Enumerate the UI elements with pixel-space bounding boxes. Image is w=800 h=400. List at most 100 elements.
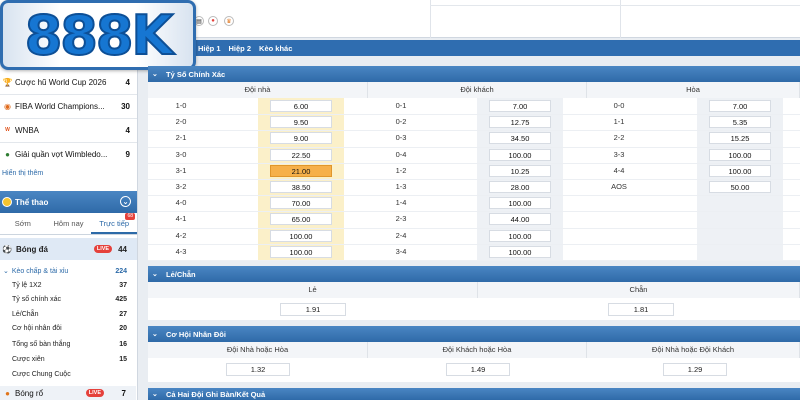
sub-item-count: 224 [115,267,127,275]
double-chance-table: Đội Nhà hoặc Hòa Đội Khách hoặc Hòa Đội … [148,342,800,382]
sub-item-odd-even[interactable]: Lẻ/Chẵn 27 [0,307,137,321]
sidebar-item-basketball[interactable]: ● Bóng rổ LIVE 7 [0,386,136,400]
odd-button[interactable]: 38.50 [270,181,332,193]
score-label: 3-2 [175,182,187,191]
sport-label: Bóng đá [16,244,48,254]
score-label: 0-3 [395,133,407,143]
trophy-icon[interactable]: ♛ [224,16,234,26]
sidebar-item-wnba[interactable]: W WNBA 4 [0,118,136,142]
sub-item-label: Kèo chấp & tài xỉu [11,267,69,275]
odd-button-home-or-draw[interactable]: 1.32 [226,363,290,376]
odd-button[interactable]: 65.00 [270,213,332,226]
live-badge: LIVE [85,389,104,397]
odd-button[interactable]: 5.35 [709,116,771,129]
sport-count: 7 [121,388,126,398]
live-icon[interactable]: ● [208,16,218,26]
odd-button[interactable]: 10.25 [489,164,551,177]
sports-icon [2,197,12,207]
sidebar-item-world-cup[interactable]: 🏆 Cược hũ World Cup 2026 4 [0,70,136,94]
odd-button[interactable]: 100.00 [489,245,551,258]
odd-button[interactable]: 7.00 [489,100,551,112]
sub-item-total-goals[interactable]: Tổng số bàn thắng 16 [0,337,137,351]
sidebar-item-fiba[interactable]: ◉ FIBA World Champions... 30 [0,94,136,118]
tab-first-half[interactable]: Hiệp 1 [198,44,221,53]
sub-item-parlay[interactable]: Cược xiên 15 [0,352,137,366]
chevron-down-icon: ⌄ [3,268,9,275]
score-label: 1-4 [395,198,407,208]
section-btts-result-header[interactable]: ⌄ Cả Hai Đội Ghi Bàn/Kết Quả [148,388,800,400]
odd-button[interactable]: 7.00 [709,100,771,112]
score-label: 1-2 [395,165,407,175]
odd-button[interactable]: 9.00 [270,132,332,145]
chevron-down-icon[interactable]: ⌄ [120,196,131,207]
tab-today[interactable]: Hôm nay [46,213,92,234]
score-label: 2-1 [175,133,187,143]
sub-item-double-chance[interactable]: Cơ hội nhân đôi 20 [0,321,137,335]
odd-button[interactable]: 100.00 [489,229,551,242]
sport-header[interactable]: Thể thao ⌄ [0,191,137,213]
sub-item-handicap[interactable]: ⌄ Kèo chấp & tài xỉu 224 [0,264,137,278]
sub-item-count: 425 [115,295,127,303]
sidebar-item-label: FIBA World Champions... [15,101,105,111]
logo[interactable]: 888K [0,0,196,70]
sub-item-label: Cược xiên [12,355,45,363]
score-label: 0-1 [395,101,407,110]
score-label: 1-3 [395,182,407,191]
odd-button[interactable]: 100.00 [270,229,332,242]
odd-button[interactable]: 6.00 [270,100,332,112]
odd-button[interactable]: 15.25 [709,132,771,145]
section-title: Lẻ/Chẵn [166,269,196,279]
sub-item-correct-score[interactable]: Tỷ số chính xác 425 [0,292,137,306]
sub-item-count: 16 [119,340,127,348]
odd-button[interactable]: 44.00 [489,213,551,226]
sidebar-item-wimbledon[interactable]: ● Giải quần vợt Wimbledo... 9 [0,142,136,166]
column-header-home: Đội nhà [148,82,368,98]
sub-item-outright[interactable]: Cược Chung Cuộc [0,367,137,381]
odd-button[interactable]: 50.00 [709,181,771,193]
odd-button[interactable]: 34.50 [489,132,551,145]
section-odd-even-header[interactable]: ⌄ Lẻ/Chẵn [148,266,800,282]
sidebar-item-label: Giải quần vợt Wimbledo... [15,149,108,159]
odd-button[interactable]: 22.50 [270,148,332,161]
odd-button[interactable]: 28.00 [489,181,551,193]
sub-item-count: 15 [119,355,127,363]
sub-item-count: 37 [119,281,127,289]
tab-other-bets[interactable]: Kèo khác [259,44,292,53]
sidebar-item-count: 30 [121,101,130,111]
odd-button[interactable]: 100.00 [709,164,771,177]
odd-button[interactable]: 100.00 [270,245,332,258]
odd-button[interactable]: 9.50 [270,116,332,129]
sub-item-label: Cơ hội nhân đôi [12,324,62,332]
section-double-chance-header[interactable]: ⌄ Cơ Hội Nhân Đôi [148,326,800,342]
odd-button[interactable]: 100.00 [709,148,771,161]
tab-badge: 68 [125,213,136,220]
sub-item-1x2[interactable]: Tỷ lệ 1X2 37 [0,278,137,292]
sub-item-count: 20 [119,324,127,332]
section-correct-score-header[interactable]: ⌄ Tỷ Số Chính Xác [148,66,800,82]
sub-item-label: Tổng số bàn thắng [12,340,71,348]
tab-label: Sớm [14,219,31,228]
odd-button-away-or-draw[interactable]: 1.49 [446,363,510,376]
score-label: AOS [611,182,627,191]
sport-label: Bóng rổ [15,388,44,398]
score-label: 4-1 [175,214,187,224]
show-more-link[interactable]: Hiển thị thêm [2,170,43,177]
odd-button[interactable]: 21.00 [270,164,332,177]
odd-button-home-or-away[interactable]: 1.29 [663,363,727,376]
tab-second-half[interactable]: Hiệp 2 [229,44,252,53]
tab-early[interactable]: Sớm [0,213,46,234]
tennis-icon: ● [5,149,10,159]
column-header-draw: Hòa [587,82,800,98]
odd-button[interactable]: 100.00 [489,148,551,161]
odd-button[interactable]: 100.00 [489,197,551,210]
tab-live[interactable]: Trực tiếp 68 [91,213,138,234]
sidebar-item-count: 4 [125,77,130,87]
sidebar-item-label: Cược hũ World Cup 2026 [15,77,107,87]
odd-button[interactable]: 70.00 [270,197,332,210]
score-label: 0-4 [395,149,407,159]
sidebar-item-soccer[interactable]: ⚽ Bóng đá LIVE 44 [0,238,137,260]
section-title: Cơ Hội Nhân Đôi [166,329,226,339]
odd-button-even[interactable]: 1.81 [608,303,674,316]
odd-button[interactable]: 12.75 [489,116,551,129]
odd-button-odd[interactable]: 1.91 [280,303,346,316]
